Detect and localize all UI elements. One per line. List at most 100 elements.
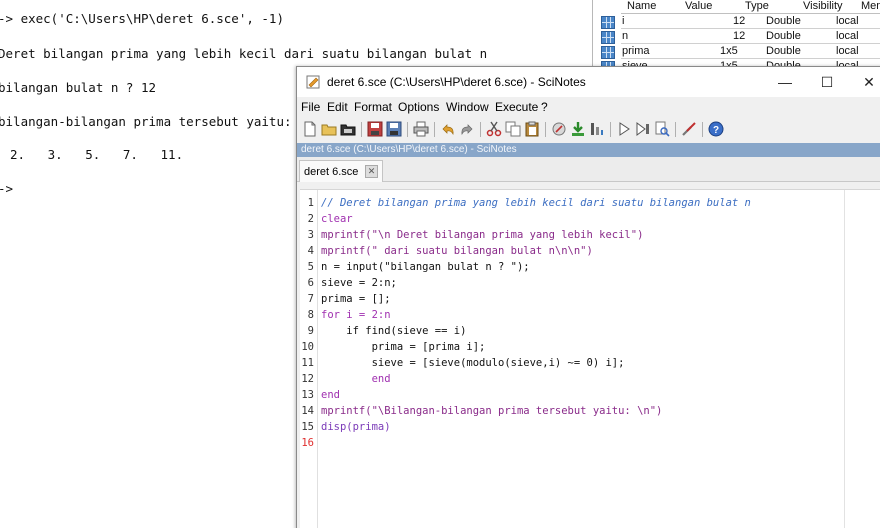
- console-prompt[interactable]: ->: [0, 181, 13, 196]
- console-line: -> exec('C:\Users\HP\deret 6.sce', -1): [0, 11, 284, 26]
- line-number: 1: [307, 197, 314, 209]
- code-line: n = input("bilangan bulat n ? ");: [321, 261, 530, 273]
- preferences-icon[interactable]: [681, 121, 697, 137]
- line-number: 11: [301, 357, 314, 369]
- toolbar-separator: [675, 122, 676, 137]
- toolbar-separator: [702, 122, 703, 137]
- code-line: end: [321, 373, 391, 385]
- var-value: 1x5: [720, 45, 738, 57]
- variable-browser: Name Value Type Visibility Mem i 12 Doub…: [592, 0, 880, 74]
- save-icon[interactable]: [367, 121, 383, 137]
- console-line: Deret bilangan prima yang lebih kecil da…: [0, 46, 488, 61]
- table-row[interactable]: n 12 Double local: [621, 29, 880, 44]
- redo-icon[interactable]: [459, 121, 475, 137]
- var-type: Double: [766, 15, 801, 27]
- var-visibility: local: [836, 30, 859, 42]
- tab-close-icon[interactable]: ✕: [365, 165, 378, 178]
- toolbar: ?: [297, 118, 880, 142]
- load-into-scilab-icon[interactable]: [570, 121, 586, 137]
- var-value: 12: [733, 15, 746, 27]
- execute-icon[interactable]: [589, 121, 605, 137]
- tab-strip: deret 6.sce ✕: [297, 157, 880, 182]
- console-line: bilangan bulat n ? 12: [0, 80, 157, 95]
- menu-execute[interactable]: Execute: [495, 100, 538, 114]
- code-line: clear: [321, 213, 353, 225]
- column-header-type[interactable]: Type: [745, 0, 769, 13]
- open-folder-icon[interactable]: [340, 121, 356, 137]
- scinotes-window[interactable]: deret 6.sce (C:\Users\HP\deret 6.sce) - …: [296, 66, 880, 528]
- line-number: 7: [307, 293, 314, 305]
- var-type: Double: [766, 30, 801, 42]
- code-line: disp(prima): [321, 421, 391, 433]
- cut-icon[interactable]: [486, 121, 502, 137]
- menu-format[interactable]: Format: [354, 100, 392, 114]
- editor-right-margin: [844, 190, 845, 528]
- line-number: 8: [307, 309, 314, 321]
- line-number: 2: [307, 213, 314, 225]
- code-line: prima = [];: [321, 293, 391, 305]
- code-line: prima = [prima i];: [321, 341, 486, 353]
- var-name: n: [622, 30, 629, 42]
- minimize-button[interactable]: —: [773, 72, 797, 92]
- menu-file[interactable]: File: [301, 100, 320, 114]
- line-number: 6: [307, 277, 314, 289]
- table-row[interactable]: prima 1x5 Double local: [621, 44, 880, 59]
- run-next-icon[interactable]: [635, 121, 651, 137]
- open-file-icon[interactable]: [321, 121, 337, 137]
- matrix-icon: [601, 46, 615, 59]
- line-number: 4: [307, 245, 314, 257]
- line-number: 5: [307, 261, 314, 273]
- column-header-visibility[interactable]: Visibility: [803, 0, 843, 13]
- help-icon[interactable]: ?: [708, 121, 724, 137]
- var-type: Double: [766, 45, 801, 57]
- menu-window[interactable]: Window: [446, 100, 489, 114]
- code-line: // Deret bilangan prima yang lebih kecil…: [321, 197, 751, 209]
- menu-help[interactable]: ?: [541, 100, 548, 114]
- table-row[interactable]: i 12 Double local: [621, 14, 880, 29]
- tab-deret-6-sce[interactable]: deret 6.sce ✕: [299, 160, 383, 182]
- code-line: mprintf("\Bilangan-bilangan prima terseb…: [321, 405, 663, 417]
- print-icon[interactable]: [413, 121, 429, 137]
- paste-icon[interactable]: [524, 121, 540, 137]
- code-line: mprintf("\n Deret bilangan prima yang le…: [321, 229, 644, 241]
- toggle-comment-icon[interactable]: [551, 121, 567, 137]
- maximize-button[interactable]: ☐: [815, 72, 839, 92]
- find-icon[interactable]: [654, 121, 670, 137]
- var-visibility: local: [836, 45, 859, 57]
- toolbar-separator: [361, 122, 362, 137]
- line-number: 10: [301, 341, 314, 353]
- document-path-bar: deret 6.sce (C:\Users\HP\deret 6.sce) - …: [297, 143, 880, 157]
- column-header-name[interactable]: Name: [627, 0, 656, 13]
- line-number: 15: [301, 421, 314, 433]
- tab-label: deret 6.sce: [304, 166, 359, 178]
- column-header-value[interactable]: Value: [685, 0, 712, 13]
- close-button[interactable]: ✕: [857, 72, 880, 92]
- toolbar-separator: [407, 122, 408, 137]
- menu-options[interactable]: Options: [398, 100, 439, 114]
- copy-icon[interactable]: [505, 121, 521, 137]
- save-as-icon[interactable]: [386, 121, 402, 137]
- line-number: 14: [301, 405, 314, 417]
- line-number: 9: [307, 325, 314, 337]
- title-bar[interactable]: deret 6.sce (C:\Users\HP\deret 6.sce) - …: [297, 67, 880, 97]
- matrix-icon: [601, 31, 615, 44]
- new-file-icon[interactable]: [302, 121, 318, 137]
- code-editor[interactable]: 1 2 3 4 5 6 7 8 9 10 11 12 13 14 15 16 /…: [300, 189, 880, 528]
- menu-bar: File Edit Format Options Window Execute …: [297, 97, 880, 117]
- column-header-memory[interactable]: Mem: [861, 0, 880, 13]
- menu-edit[interactable]: Edit: [327, 100, 348, 114]
- undo-icon[interactable]: [440, 121, 456, 137]
- code-line: end: [321, 389, 340, 401]
- toolbar-separator: [545, 122, 546, 137]
- code-line: sieve = [sieve(modulo(sieve,i) ~= 0) i];: [321, 357, 625, 369]
- console-output-values: 2. 3. 5. 7. 11.: [10, 147, 184, 162]
- var-visibility: local: [836, 15, 859, 27]
- toolbar-separator: [480, 122, 481, 137]
- line-number: 3: [307, 229, 314, 241]
- code-text-area[interactable]: // Deret bilangan prima yang lebih kecil…: [321, 190, 851, 528]
- current-line-number: 16: [301, 437, 314, 449]
- code-line: if find(sieve == i): [321, 325, 467, 337]
- matrix-icon: [601, 16, 615, 29]
- line-number: 13: [301, 389, 314, 401]
- run-icon[interactable]: [616, 121, 632, 137]
